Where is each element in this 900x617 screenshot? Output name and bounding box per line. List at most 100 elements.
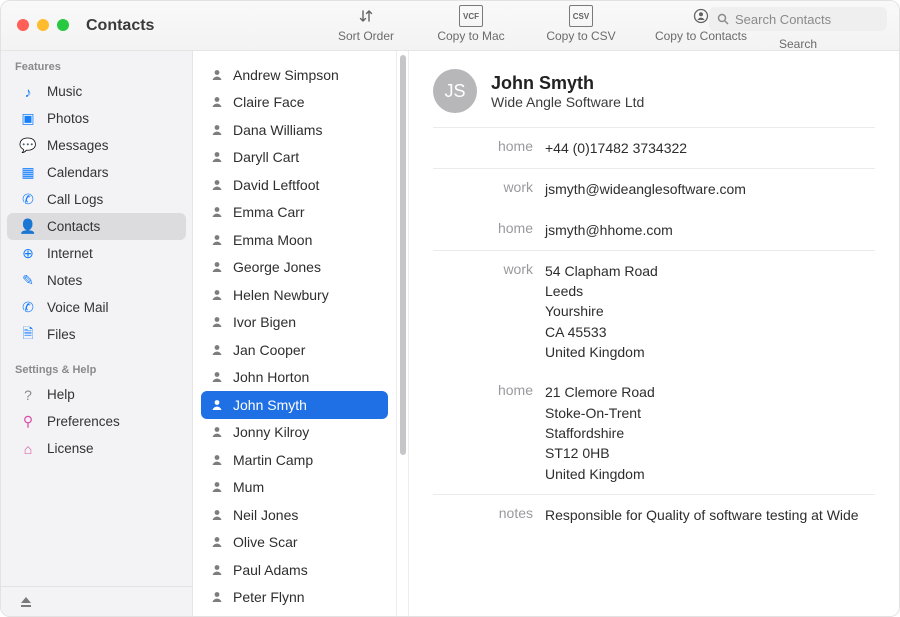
sidebar-item-files[interactable]: 🗎Files bbox=[7, 321, 186, 348]
sidebar-item-preferences[interactable]: ⚲Preferences bbox=[7, 408, 186, 435]
contact-list-item[interactable]: Paul Adams bbox=[201, 556, 388, 584]
messages-icon: 💬 bbox=[19, 137, 37, 154]
contact-list[interactable]: Andrew Simpson Claire Face Dana Williams Da… bbox=[193, 51, 396, 616]
contact-list-item-name: Helen Newbury bbox=[233, 287, 329, 303]
contact-list-item[interactable]: Helen Newbury bbox=[201, 281, 388, 309]
contact-list-item[interactable]: Olive Scar bbox=[201, 529, 388, 557]
sidebar-item-calendars[interactable]: ▦ Calendars bbox=[7, 159, 186, 186]
sidebar-item-help[interactable]: ?Help bbox=[7, 381, 186, 408]
contacts-icon: 👤 bbox=[19, 218, 37, 235]
csv-icon: CSV bbox=[569, 5, 593, 27]
detail-row-value: 54 Clapham RoadLeedsYourshireCA 45533Uni… bbox=[545, 261, 875, 362]
sidebar-item-notes[interactable]: ✎Notes bbox=[7, 267, 186, 294]
detail-row-label: work bbox=[433, 179, 545, 199]
contact-list-item[interactable]: Daryll Cart bbox=[201, 144, 388, 172]
call-logs-icon: ✆ bbox=[19, 191, 37, 208]
contact-list-item-name: Neil Jones bbox=[233, 507, 298, 523]
sidebar-item-label: Messages bbox=[47, 138, 109, 153]
contact-list-item[interactable]: Jonny Kilroy bbox=[201, 419, 388, 447]
contact-list-item-name: Ivor Bigen bbox=[233, 314, 296, 330]
contact-list-item[interactable]: Ivor Bigen bbox=[201, 309, 388, 337]
search-placeholder: Search Contacts bbox=[735, 12, 831, 27]
sidebar-item-label: Calendars bbox=[47, 165, 109, 180]
contact-list-item-name: David Leftfoot bbox=[233, 177, 319, 193]
zoom-window-button[interactable] bbox=[57, 19, 69, 31]
music-icon: ♪ bbox=[19, 84, 37, 100]
person-icon bbox=[211, 289, 223, 301]
sort-icon bbox=[358, 5, 374, 27]
avatar: JS bbox=[433, 69, 477, 113]
contact-list-item[interactable]: George Jones bbox=[201, 254, 388, 282]
search-area: Search Contacts Search bbox=[709, 7, 887, 51]
detail-header: JS John Smyth Wide Angle Software Ltd bbox=[433, 69, 875, 127]
copy-to-mac-button[interactable]: VCF Copy to Mac bbox=[431, 5, 511, 43]
detail-row: home21 Clemore RoadStoke-On-TrentStaffor… bbox=[433, 372, 875, 493]
sidebar-item-label: Voice Mail bbox=[47, 300, 109, 315]
contact-company: Wide Angle Software Ltd bbox=[491, 94, 644, 110]
contact-list-item[interactable]: David Leftfoot bbox=[201, 171, 388, 199]
sidebar-item-messages[interactable]: 💬 Messages bbox=[7, 132, 186, 159]
contact-list-item[interactable]: Dana Williams bbox=[201, 116, 388, 144]
help-icon: ? bbox=[19, 387, 37, 403]
sidebar-item-label: Music bbox=[47, 84, 82, 99]
contact-list-item-name: Olive Scar bbox=[233, 534, 298, 550]
sidebar-item-contacts[interactable]: 👤 Contacts bbox=[7, 213, 186, 240]
close-window-button[interactable] bbox=[17, 19, 29, 31]
minimize-window-button[interactable] bbox=[37, 19, 49, 31]
contact-list-item[interactable]: Mum bbox=[201, 474, 388, 502]
sidebar-item-license[interactable]: ⌂License bbox=[7, 435, 186, 462]
eject-button[interactable] bbox=[1, 586, 192, 616]
contact-list-item[interactable]: Jan Cooper bbox=[201, 336, 388, 364]
contact-list-item-name: Daryll Cart bbox=[233, 149, 299, 165]
person-icon bbox=[211, 564, 223, 576]
person-icon bbox=[211, 536, 223, 548]
contact-list-item[interactable]: Peter Flynn bbox=[201, 584, 388, 612]
detail-row: workjsmyth@wideanglesoftware.com bbox=[433, 169, 875, 209]
contact-list-item[interactable]: John Horton bbox=[201, 364, 388, 392]
detail-row-value: jsmyth@hhome.com bbox=[545, 220, 875, 240]
contact-list-item-name: George Jones bbox=[233, 259, 321, 275]
sidebar-item-label: Files bbox=[47, 327, 76, 342]
contact-list-item-name: Claire Face bbox=[233, 94, 305, 110]
contact-list-item[interactable]: Emma Carr bbox=[201, 199, 388, 227]
contact-list-item-name: Emma Moon bbox=[233, 232, 312, 248]
person-icon bbox=[211, 96, 223, 108]
contact-list-item[interactable]: John Smyth bbox=[201, 391, 388, 419]
contact-list-item[interactable]: Andrew Simpson bbox=[201, 61, 388, 89]
sidebar-item-call-logs[interactable]: ✆Call Logs bbox=[7, 186, 186, 213]
person-icon bbox=[211, 124, 223, 136]
detail-row-value: Responsible for Quality of software test… bbox=[545, 505, 875, 525]
person-icon bbox=[211, 371, 223, 383]
titlebar: Contacts Sort Order VCF Copy to Mac CSV … bbox=[1, 1, 899, 51]
search-input[interactable]: Search Contacts bbox=[709, 7, 887, 31]
person-icon bbox=[211, 69, 223, 81]
contact-list-item-name: Martin Camp bbox=[233, 452, 313, 468]
scrollbar-thumb[interactable] bbox=[400, 55, 406, 455]
contact-list-item-name: John Smyth bbox=[233, 397, 307, 413]
toolbar: Sort Order VCF Copy to Mac CSV Copy to C… bbox=[331, 5, 751, 43]
internet-icon: ⊕ bbox=[19, 245, 37, 262]
sidebar-section-header: Settings & Help bbox=[1, 354, 192, 381]
contact-list-item-name: Emma Carr bbox=[233, 204, 305, 220]
sidebar-item-label: Notes bbox=[47, 273, 82, 288]
sidebar-item-photos[interactable]: ▣Photos bbox=[7, 105, 186, 132]
sidebar-item-label: License bbox=[47, 441, 94, 456]
contact-list-item[interactable]: Claire Face bbox=[201, 89, 388, 117]
sidebar-item-internet[interactable]: ⊕Internet bbox=[7, 240, 186, 267]
contact-list-item-name: Mum bbox=[233, 479, 264, 495]
sidebar-item-voice-mail[interactable]: ✆Voice Mail bbox=[7, 294, 186, 321]
window-controls bbox=[17, 19, 69, 31]
contact-detail: JS John Smyth Wide Angle Software Ltd ho… bbox=[408, 51, 899, 616]
contact-list-item[interactable]: Martin Camp bbox=[201, 446, 388, 474]
copy-to-csv-button[interactable]: CSV Copy to CSV bbox=[541, 5, 621, 43]
contact-list-item[interactable]: Neil Jones bbox=[201, 501, 388, 529]
contact-list-item[interactable]: Emma Moon bbox=[201, 226, 388, 254]
calendars-icon: ▦ bbox=[19, 164, 37, 181]
sidebar-item-label: Photos bbox=[47, 111, 89, 126]
sort-order-button[interactable]: Sort Order bbox=[331, 5, 401, 43]
detail-row-label: home bbox=[433, 220, 545, 240]
sidebar-item-music[interactable]: ♪ Music bbox=[7, 78, 186, 105]
contact-list-scrollbar[interactable] bbox=[396, 51, 408, 616]
person-icon bbox=[211, 179, 223, 191]
sidebar-item-label: Contacts bbox=[47, 219, 100, 234]
